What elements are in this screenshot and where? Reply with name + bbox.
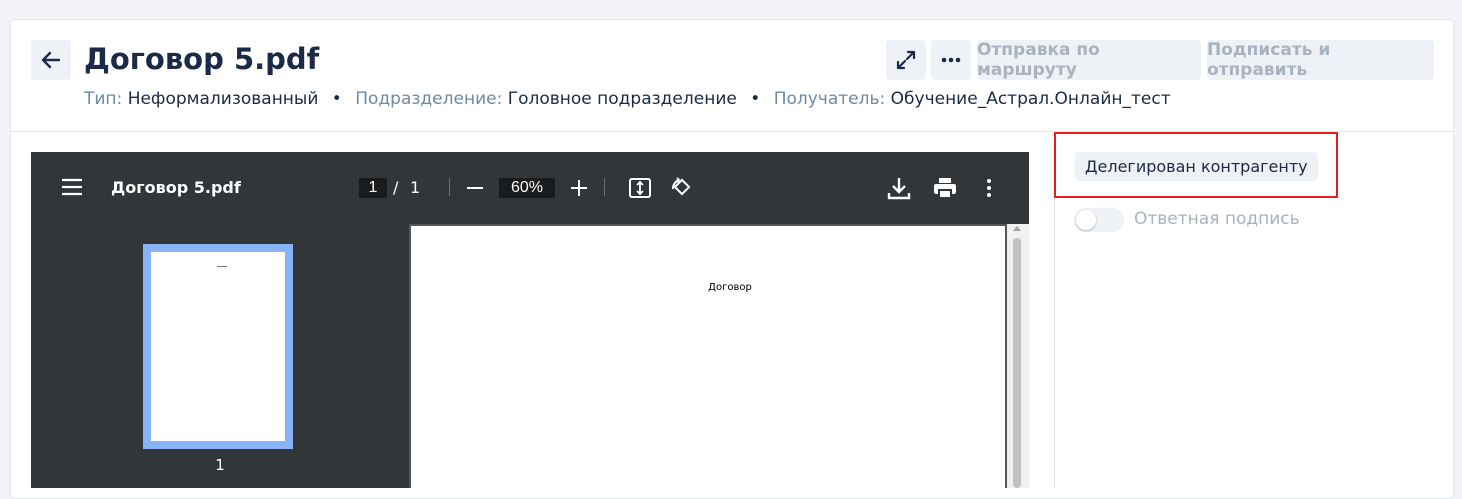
sign-and-send-button[interactable]: Подписать и отправить <box>1207 40 1434 80</box>
scroll-up-arrow-icon[interactable] <box>1013 226 1021 231</box>
toggle-knob <box>1076 210 1096 230</box>
page-area: Договор <box>409 224 1029 488</box>
thumbnail-sidebar: 1 <box>31 224 409 488</box>
type-label: Тип: <box>84 89 123 109</box>
type-value: Неформализованный <box>127 89 319 109</box>
download-icon[interactable] <box>886 175 912 201</box>
menu-icon[interactable] <box>61 177 83 197</box>
recipient-value: Обучение_Астрал.Онлайн_тест <box>890 89 1171 109</box>
pdf-page: Договор <box>411 226 1005 488</box>
arrow-left-icon <box>41 51 61 69</box>
department-value: Головное подразделение <box>507 89 737 109</box>
page-title: Договор 5.pdf <box>84 42 320 76</box>
scrollbar-thumb[interactable] <box>1013 238 1021 488</box>
meta-separator: • <box>750 89 761 109</box>
page-number-input[interactable]: 1 <box>359 178 387 198</box>
reply-signature-toggle[interactable] <box>1074 208 1124 232</box>
pdf-title: Договор 5.pdf <box>111 178 241 197</box>
more-horizontal-icon <box>941 57 961 63</box>
reply-signature-label: Ответная подпись <box>1134 209 1300 229</box>
zoom-in-icon[interactable] <box>570 179 588 197</box>
print-icon[interactable] <box>932 176 958 200</box>
status-badge: Делегирован контрагенту <box>1075 152 1318 181</box>
pdf-toolbar: Договор 5.pdf 1 / 1 60% <box>31 152 1029 224</box>
zoom-input[interactable]: 60% <box>499 178 555 198</box>
department-label: Подразделение: <box>355 89 503 109</box>
thumbnail-page <box>151 252 285 441</box>
page-thumbnail[interactable] <box>143 244 293 449</box>
route-send-button[interactable]: Отправка по маршруту <box>977 40 1201 80</box>
toolbar-separator <box>604 178 605 196</box>
expand-button[interactable] <box>886 40 926 80</box>
rotate-icon[interactable] <box>668 175 694 201</box>
fit-page-icon[interactable] <box>628 176 652 200</box>
back-button[interactable] <box>31 40 71 80</box>
zoom-out-icon[interactable] <box>466 179 484 197</box>
total-pages: 1 <box>410 178 421 197</box>
toolbar-separator <box>449 178 450 196</box>
meta-separator: • <box>331 89 342 109</box>
pdf-viewer: Договор 5.pdf 1 / 1 60% 1 Договор <box>31 152 1029 488</box>
more-actions-button[interactable] <box>931 40 971 80</box>
page-content: Договор <box>411 282 1005 293</box>
page-heading: Договор <box>708 282 752 293</box>
recipient-label: Получатель: <box>773 89 886 109</box>
thumbnail-number: 1 <box>215 456 225 474</box>
page-separator: / <box>393 178 399 197</box>
scrollbar[interactable] <box>1007 224 1029 488</box>
document-meta: Тип: Неформализованный • Подразделение: … <box>84 89 1171 109</box>
expand-icon <box>896 50 916 70</box>
thumbnail-text-mark <box>217 266 227 267</box>
more-vertical-icon[interactable] <box>981 177 997 199</box>
